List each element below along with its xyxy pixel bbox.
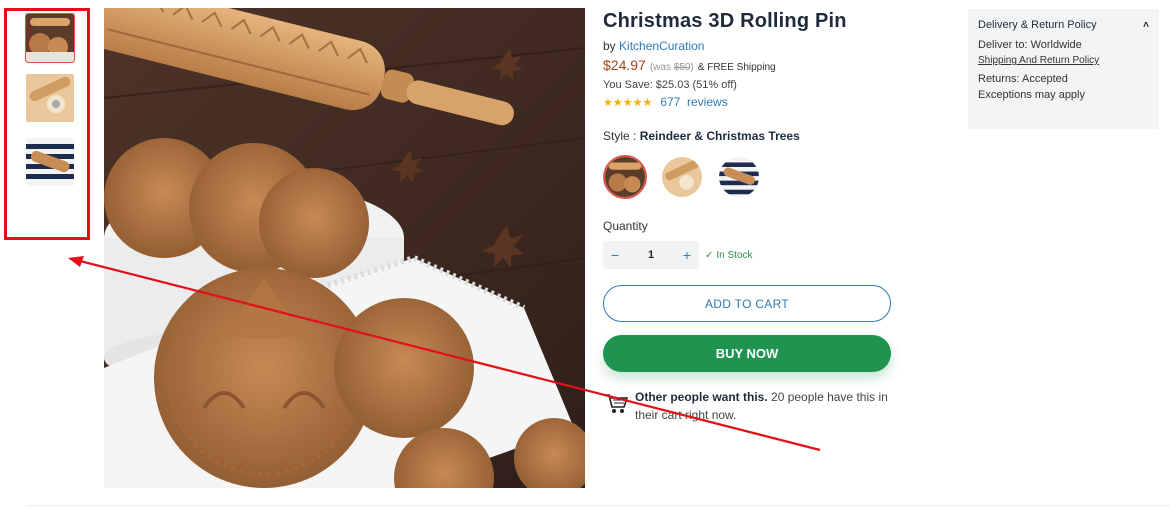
style-label: Style : Reindeer & Christmas Trees	[603, 129, 800, 143]
quantity-increase-button[interactable]: +	[681, 247, 693, 263]
thumbnail-2[interactable]	[26, 74, 74, 122]
by-prefix: by	[603, 39, 616, 53]
vendor-link[interactable]: KitchenCuration	[619, 39, 704, 53]
exceptions-text: Exceptions may apply	[978, 89, 1085, 101]
quantity-label: Quantity	[603, 219, 648, 233]
thumbnail-1[interactable]	[25, 13, 75, 63]
deliver-to-row: Deliver to: Worldwide	[978, 39, 1082, 51]
stock-text: In Stock	[716, 249, 753, 261]
delivery-return-panel: Delivery & Return Policy ˄ Deliver to: W…	[968, 9, 1159, 129]
style-swatch-2[interactable]	[660, 155, 704, 199]
shipping-text: & FREE Shipping	[697, 62, 776, 73]
reviews-link[interactable]: 677 reviews	[660, 95, 727, 109]
quantity-stepper: − 1 +	[603, 241, 699, 269]
current-price: $24.97	[603, 57, 646, 73]
stock-status: ✓ In Stock	[705, 250, 753, 261]
delivery-panel-title: Delivery & Return Policy	[978, 19, 1097, 31]
shipping-policy-link[interactable]: Shipping And Return Policy	[978, 55, 1149, 66]
swatch-3-image	[719, 157, 759, 197]
swatch-1-image	[605, 157, 645, 197]
product-title: Christmas 3D Rolling Pin	[603, 10, 847, 32]
chevron-up-icon[interactable]: ˄	[1143, 20, 1149, 31]
style-swatches	[603, 155, 903, 199]
check-icon: ✓	[705, 249, 714, 261]
quantity-decrease-button[interactable]: −	[609, 247, 621, 263]
shopping-cart-icon	[605, 394, 629, 413]
style-swatch-3[interactable]	[717, 155, 761, 199]
divider	[26, 505, 1170, 506]
thumbnail-2-image	[26, 74, 74, 122]
social-proof: Other people want this. 20 people have t…	[603, 388, 903, 424]
savings-text: You Save: $25.03 (51% off)	[603, 79, 737, 91]
add-to-cart-button[interactable]: ADD TO CART	[603, 285, 891, 322]
social-proof-text: Other people want this. 20 people have t…	[635, 390, 888, 422]
main-product-image[interactable]	[104, 8, 585, 488]
quantity-value[interactable]: 1	[648, 249, 654, 261]
swatch-2-image	[662, 157, 702, 197]
price-line: $24.97 (was $50) & FREE Shipping	[603, 57, 903, 73]
thumbnail-3[interactable]	[26, 138, 74, 186]
style-selected-value: Reindeer & Christmas Trees	[639, 129, 800, 143]
quantity-row: − 1 + ✓ In Stock	[603, 241, 903, 269]
was-price: (was $50)	[649, 62, 694, 73]
rolling-pin-cookies-photo	[104, 8, 585, 488]
thumbnail-3-image	[26, 138, 74, 186]
rating-row: ★★★★★ 677 reviews	[603, 95, 903, 109]
style-swatch-reindeer[interactable]	[603, 155, 647, 199]
thumbnail-1-image	[26, 14, 74, 62]
buy-now-button[interactable]: BUY NOW	[603, 335, 891, 372]
star-rating-icon: ★★★★★	[603, 96, 653, 109]
vendor-line: by KitchenCuration	[603, 39, 903, 53]
delivery-panel-header[interactable]: Delivery & Return Policy ˄	[978, 19, 1149, 31]
product-info: Christmas 3D Rolling Pin by KitchenCurat…	[603, 8, 903, 424]
thumbnail-column	[4, 8, 90, 240]
returns-row: Returns: Accepted	[978, 73, 1068, 85]
